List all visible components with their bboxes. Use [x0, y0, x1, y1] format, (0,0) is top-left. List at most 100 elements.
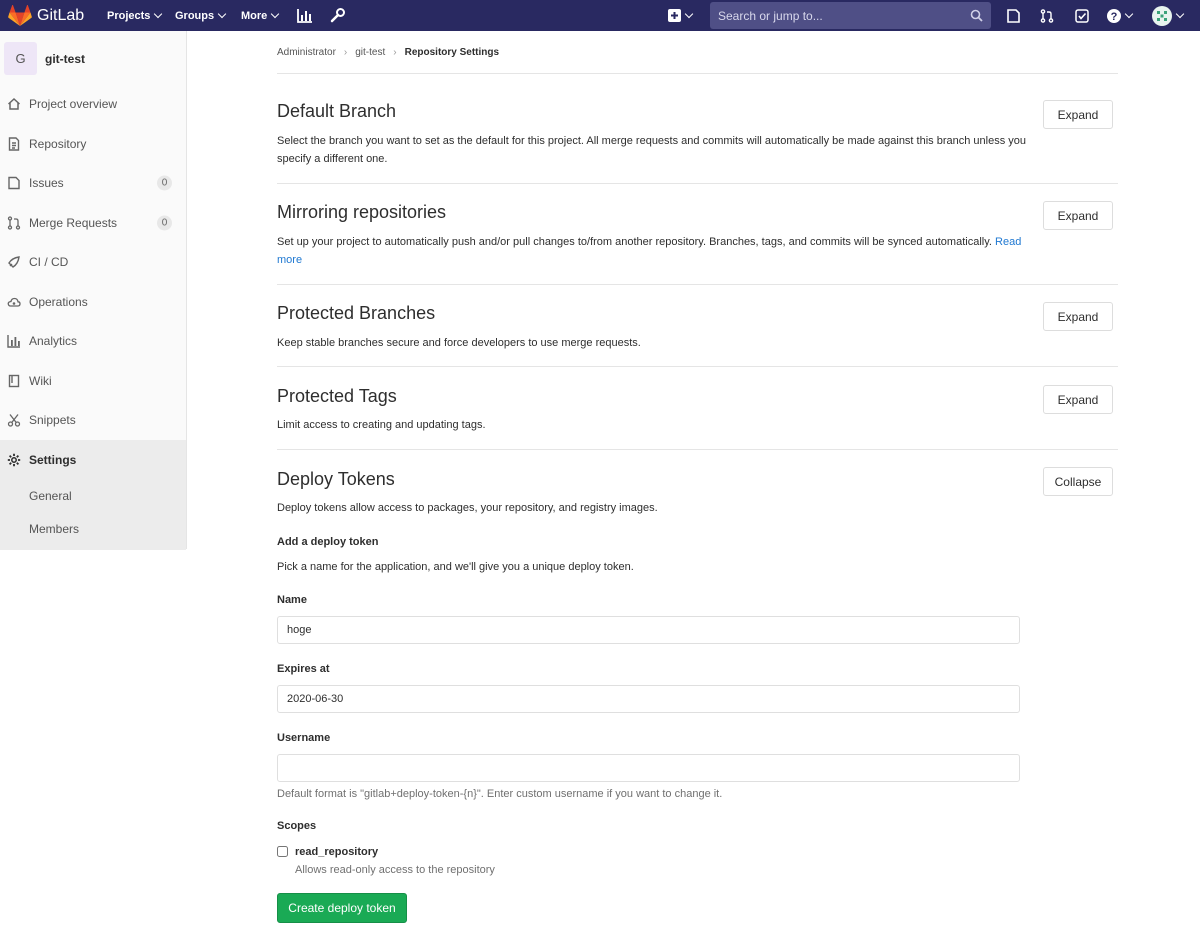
protected-tags-expand-button[interactable]: Expand — [1043, 385, 1113, 414]
scissors-icon — [7, 414, 21, 427]
rocket-icon — [8, 256, 20, 268]
sidebar-item-snippets[interactable]: Snippets — [0, 402, 186, 438]
sidebar-item-label: Analytics — [29, 334, 78, 348]
sidebar-item-label: Snippets — [29, 413, 76, 427]
projects-menu-label: Projects — [107, 9, 151, 22]
name-field[interactable] — [277, 616, 1020, 644]
sidebar-item-merge-requests[interactable]: Merge Requests 0 — [0, 205, 186, 241]
gear-icon — [7, 453, 21, 467]
divider — [277, 183, 1118, 184]
sidebar-item-label: Settings — [29, 453, 77, 467]
project-avatar[interactable]: G — [4, 42, 37, 75]
section-desc-protected-branches: Keep stable branches secure and force de… — [277, 337, 641, 349]
add-deploy-token-heading: Add a deploy token — [277, 536, 379, 548]
deploy-tokens-collapse-button[interactable]: Collapse — [1043, 467, 1113, 496]
avatar — [1152, 5, 1172, 26]
projects-menu[interactable]: Projects — [107, 0, 163, 31]
groups-menu-label: Groups — [175, 9, 215, 22]
read-repository-help: Allows read-only access to the repositor… — [295, 864, 495, 876]
issues-link[interactable] — [1007, 0, 1020, 31]
sidebar-item-settings[interactable]: Settings General Members — [0, 440, 186, 550]
sidebar-item-label: Issues — [29, 176, 64, 190]
groups-menu[interactable]: Groups — [175, 0, 227, 31]
new-dropdown[interactable] — [668, 0, 694, 31]
sidebar-item-issues[interactable]: Issues 0 — [0, 165, 186, 201]
add-deploy-token-intro: Pick a name for the application, and we'… — [277, 561, 634, 573]
home-icon — [7, 97, 21, 110]
gitlab-logo-icon — [8, 4, 32, 26]
sidebar-subitem-general[interactable]: General — [29, 489, 72, 503]
doc-icon — [8, 137, 20, 151]
breadcrumb-item[interactable]: Administrator — [277, 47, 336, 58]
section-desc-deploy-tokens: Deploy tokens allow access to packages, … — [277, 502, 658, 514]
sidebar-item-label: Merge Requests — [29, 216, 118, 230]
issues-icon — [8, 176, 20, 190]
admin-area-link[interactable] — [330, 0, 345, 31]
user-dropdown[interactable] — [1152, 0, 1185, 31]
chart-icon — [7, 335, 20, 348]
plus-square-icon — [668, 9, 681, 22]
read-repository-label[interactable]: read_repository — [295, 846, 378, 858]
breadcrumb: Administrator › git-test › Repository Se… — [277, 47, 499, 58]
check-square-icon — [1075, 8, 1089, 23]
activity-link[interactable] — [297, 0, 313, 31]
chevron-down-icon — [271, 9, 280, 19]
sidebar-item-label: Operations — [29, 295, 88, 309]
project-name[interactable]: git-test — [45, 52, 85, 66]
section-title-protected-branches: Protected Branches — [277, 303, 436, 323]
gitlab-home-link[interactable]: GitLab — [8, 0, 84, 31]
todos-link[interactable] — [1075, 0, 1089, 31]
sidebar-item-repository[interactable]: Repository — [0, 126, 186, 162]
read-repository-checkbox[interactable] — [277, 846, 288, 857]
sidebar-subitem-members[interactable]: Members — [29, 522, 79, 536]
sidebar-item-ci-cd[interactable]: CI / CD — [0, 244, 186, 280]
merge-requests-link[interactable] — [1040, 0, 1054, 31]
sidebar-item-analytics[interactable]: Analytics — [0, 323, 186, 359]
issues-count-badge: 0 — [157, 175, 172, 191]
cloud-icon — [7, 297, 21, 307]
svg-text:?: ? — [1111, 11, 1118, 23]
mirroring-expand-button[interactable]: Expand — [1043, 201, 1113, 230]
chevron-down-icon — [154, 9, 163, 19]
expires-at-field[interactable] — [277, 685, 1020, 713]
expires-at-label: Expires at — [277, 663, 330, 675]
protected-branches-expand-button[interactable]: Expand — [1043, 302, 1113, 331]
help-dropdown[interactable]: ? — [1107, 0, 1134, 31]
name-label: Name — [277, 594, 307, 606]
section-desc-default-branch: Select the branch you want to set as the… — [277, 135, 1026, 165]
sidebar-item-project-overview[interactable]: Project overview — [0, 86, 186, 122]
sidebar-item-label: Repository — [29, 137, 87, 151]
chevron-down-icon — [217, 9, 227, 19]
todo-sidebar-icon — [1007, 8, 1020, 23]
divider — [277, 73, 1118, 74]
sidebar-item-label: CI / CD — [29, 255, 69, 269]
section-title-deploy-tokens: Deploy Tokens — [277, 469, 395, 489]
search-box — [710, 2, 991, 29]
chevron-down-icon — [684, 9, 694, 19]
sidebar-item-operations[interactable]: Operations — [0, 284, 186, 320]
username-field[interactable] — [277, 754, 1020, 782]
divider — [277, 449, 1118, 450]
username-label: Username — [277, 732, 331, 744]
divider — [277, 284, 1118, 285]
section-desc-mirroring: Set up your project to automatically pus… — [277, 233, 1037, 269]
breadcrumb-current[interactable]: Repository Settings — [405, 47, 499, 58]
section-title-default-branch: Default Branch — [277, 101, 397, 121]
section-title-mirroring: Mirroring repositories — [277, 202, 447, 222]
wrench-icon — [330, 8, 345, 23]
chevron-down-icon — [1124, 9, 1134, 19]
chevron-down-icon — [1175, 9, 1185, 19]
breadcrumb-item[interactable]: git-test — [355, 47, 385, 58]
merge-request-icon — [1040, 8, 1054, 23]
chart-icon — [297, 8, 312, 23]
merge-request-icon — [7, 216, 21, 230]
default-branch-expand-button[interactable]: Expand — [1043, 100, 1113, 129]
sidebar-item-wiki[interactable]: Wiki — [0, 363, 186, 399]
more-menu[interactable]: More — [241, 0, 280, 31]
search-input[interactable] — [710, 2, 976, 29]
scopes-label: Scopes — [277, 820, 317, 832]
question-icon: ? — [1107, 8, 1121, 23]
brand-name: GitLab — [37, 6, 85, 24]
project-sidebar: G git-test Project overview Repository I… — [0, 31, 187, 550]
create-deploy-token-button[interactable]: Create deploy token — [277, 893, 407, 923]
